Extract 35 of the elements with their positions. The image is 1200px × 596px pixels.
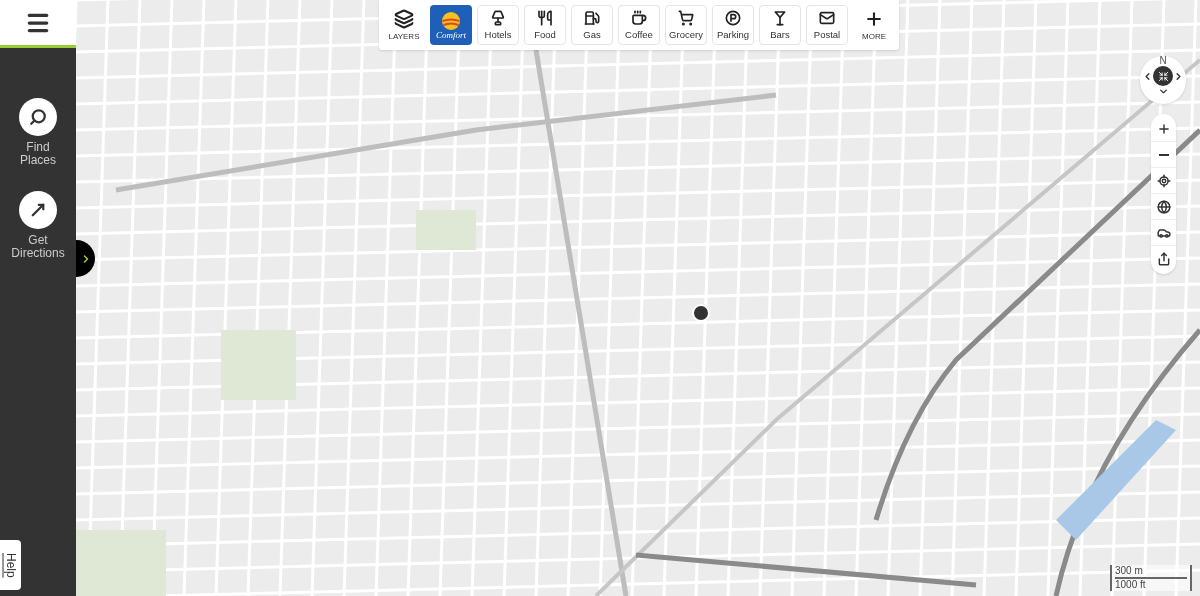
cocktail-glass-icon (772, 10, 788, 27)
scale-metric-label: 300 m (1115, 565, 1187, 579)
parking-icon (725, 10, 741, 27)
minus-icon (1158, 153, 1169, 156)
globe-icon (1156, 199, 1171, 214)
fork-knife-icon (537, 10, 553, 27)
crosshair-icon (1156, 173, 1171, 188)
category-button[interactable]: Postal (806, 5, 848, 45)
plus-icon (1156, 121, 1171, 136)
cart-icon (678, 10, 694, 27)
fuel-pump-icon (584, 10, 600, 27)
help-tab[interactable]: Help (0, 540, 21, 590)
compass-north-label: N (1159, 56, 1167, 66)
scale-imperial-label: 1000 ft (1115, 579, 1147, 591)
pan-right-icon[interactable] (1173, 70, 1184, 82)
category-button[interactable]: Coffee (618, 5, 660, 45)
sun-logo-icon (441, 10, 461, 31)
category-button[interactable]: Grocery (665, 5, 707, 45)
reset-view-icon[interactable] (1153, 66, 1173, 86)
sidebar-button[interactable]: Find Places (2, 98, 74, 167)
mail-icon (819, 10, 835, 27)
share-icon (1156, 252, 1171, 266)
category-button[interactable]: Hotels (477, 5, 519, 45)
brand-button[interactable]: Comfort (430, 5, 472, 45)
category-button[interactable]: Gas (571, 5, 613, 45)
sidebar-button[interactable]: Get Directions (2, 191, 74, 260)
category-button[interactable]: Parking (712, 5, 754, 45)
lamp-icon (490, 10, 506, 27)
category-button[interactable]: Bars (759, 5, 801, 45)
layers-icon (394, 9, 414, 29)
category-button[interactable]: Food (524, 5, 566, 45)
coffee-cup-icon (631, 10, 647, 27)
plus-icon (864, 9, 884, 29)
search-icon (19, 98, 57, 136)
pan-down-icon[interactable] (1157, 86, 1169, 97)
